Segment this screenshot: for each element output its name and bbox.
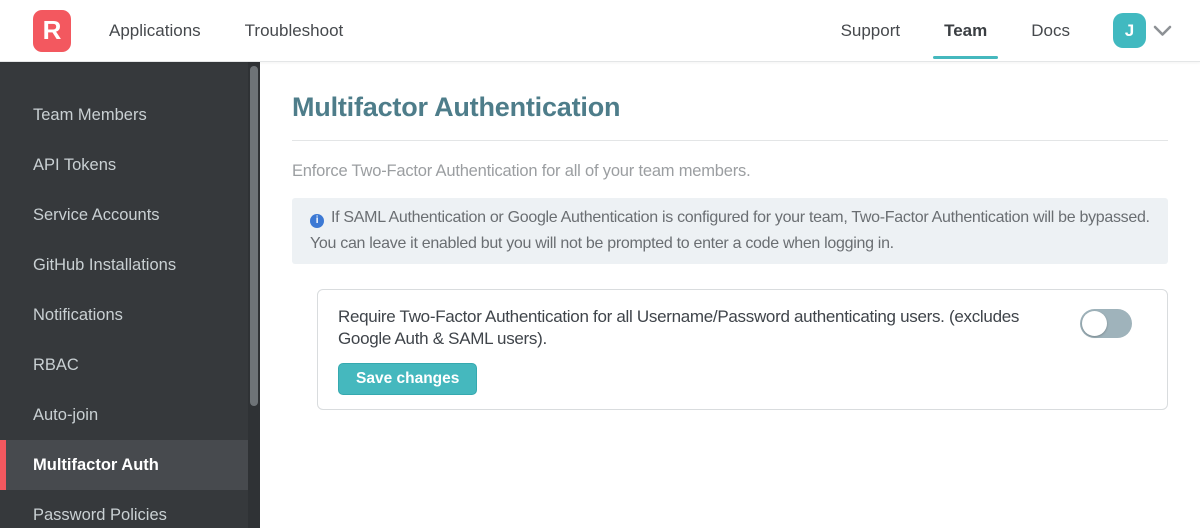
sidebar-scrollbar-thumb[interactable] bbox=[250, 66, 258, 406]
nav-applications[interactable]: Applications bbox=[109, 0, 201, 61]
title-divider bbox=[292, 140, 1168, 141]
info-note: i If SAML Authentication or Google Authen… bbox=[292, 198, 1168, 264]
user-menu[interactable]: J bbox=[1113, 13, 1172, 48]
sidebar-item-service-accounts[interactable]: Service Accounts bbox=[0, 190, 260, 240]
sidebar-scrollbar-track[interactable] bbox=[248, 62, 260, 528]
two-factor-setting-card: Require Two-Factor Authentication for al… bbox=[317, 289, 1168, 410]
nav-docs[interactable]: Docs bbox=[1031, 0, 1070, 61]
sidebar-item-team-members[interactable]: Team Members bbox=[0, 90, 260, 140]
nav-troubleshoot-label: Troubleshoot bbox=[244, 20, 344, 40]
app-body: Team Members API Tokens Service Accounts… bbox=[0, 62, 1200, 528]
main-content: Multifactor Authentication Enforce Two-F… bbox=[260, 62, 1200, 528]
sidebar-item-multifactor-auth[interactable]: Multifactor Auth bbox=[0, 440, 260, 490]
nav-team[interactable]: Team bbox=[933, 0, 999, 61]
info-icon: i bbox=[310, 214, 324, 228]
avatar-letter: J bbox=[1124, 20, 1135, 40]
nav-docs-label: Docs bbox=[1031, 20, 1070, 40]
logo-letter: R bbox=[42, 15, 62, 45]
sidebar-item-password-policies[interactable]: Password Policies bbox=[0, 490, 260, 528]
nav-applications-label: Applications bbox=[109, 20, 201, 40]
rollbar-logo-icon[interactable]: R bbox=[33, 9, 71, 52]
sidebar-item-api-tokens[interactable]: API Tokens bbox=[0, 140, 260, 190]
nav-support-label: Support bbox=[840, 20, 901, 40]
info-note-text: If SAML Authentication or Google Authent… bbox=[310, 209, 1150, 252]
toggle-knob[interactable] bbox=[1082, 311, 1107, 336]
page-title: Multifactor Authentication bbox=[292, 92, 621, 122]
primary-nav: Applications Troubleshoot bbox=[109, 0, 343, 61]
sidebar-item-notifications[interactable]: Notifications bbox=[0, 290, 260, 340]
nav-team-label: Team bbox=[944, 20, 988, 40]
setting-label: Require Two-Factor Authentication for al… bbox=[338, 307, 1020, 348]
nav-support[interactable]: Support bbox=[841, 0, 901, 61]
settings-sidebar: Team Members API Tokens Service Accounts… bbox=[0, 62, 260, 528]
save-changes-button[interactable]: Save changes bbox=[338, 363, 478, 395]
user-avatar[interactable]: J bbox=[1113, 13, 1146, 48]
sidebar-item-auto-join[interactable]: Auto-join bbox=[0, 390, 260, 440]
two-factor-toggle[interactable] bbox=[1080, 309, 1132, 338]
sidebar-item-rbac[interactable]: RBAC bbox=[0, 340, 260, 390]
chevron-down-icon[interactable] bbox=[1153, 25, 1172, 37]
page-subtitle: Enforce Two-Factor Authentication for al… bbox=[292, 162, 751, 180]
sidebar-item-github-installations[interactable]: GitHub Installations bbox=[0, 240, 260, 290]
secondary-nav: Support Team Docs bbox=[841, 0, 1070, 61]
nav-troubleshoot[interactable]: Troubleshoot bbox=[245, 0, 344, 61]
top-nav-bar: R Applications Troubleshoot Support Team… bbox=[0, 0, 1200, 62]
